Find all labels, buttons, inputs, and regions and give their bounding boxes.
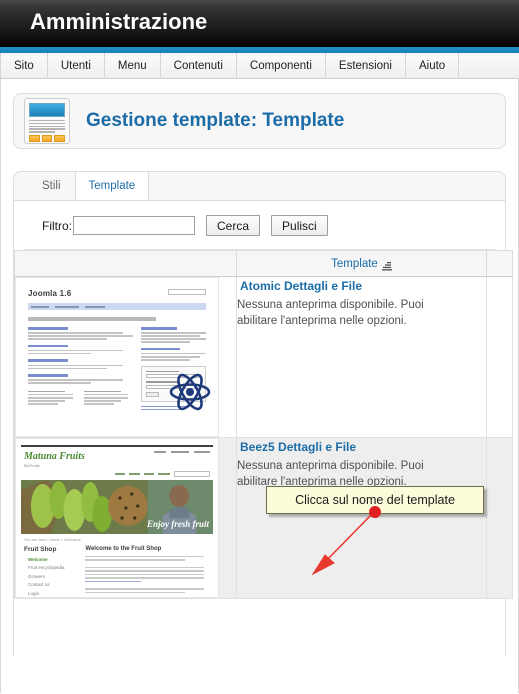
thumb-brand-sub: BioFruits [24, 462, 40, 468]
annotation-callout-text: Clicca sul nome del template [295, 493, 455, 507]
template-name-cell-atomic: Atomic Dettagli e File Nessuna anteprima… [236, 276, 487, 438]
table-row: Matuna Fruits BioFruits Enjoy fresh frui… [14, 437, 513, 599]
template-end-cell-beez5 [486, 437, 513, 599]
filter-row: Filtro: Cerca Pulisci [24, 201, 495, 250]
main-menu-bar: Sito Utenti Menu Contenuti Componenti Es… [0, 53, 519, 79]
thumb-hero-banner: Enjoy fresh fruit [21, 479, 213, 534]
page-title: Gestione template: Template [86, 110, 345, 131]
template-link-beez5[interactable]: Beez5 Dettagli e File [237, 440, 356, 454]
menu-item-utenti[interactable]: Utenti [48, 53, 105, 78]
thumb-content-title: Welcome to the Fruit Shop [85, 545, 162, 552]
template-preview-cell-beez5: Matuna Fruits BioFruits Enjoy fresh frui… [14, 437, 237, 599]
annotation-callout: Clicca sul nome del template [266, 486, 484, 514]
tab-template[interactable]: Template [74, 172, 150, 200]
thumb-sidebar: Fruit Shop Welcome Fruit encyclopedia Gr… [24, 545, 77, 598]
menu-item-contenuti[interactable]: Contenuti [161, 53, 237, 78]
thumb-search-box [168, 289, 206, 295]
thumb-sidebar-title: Fruit Shop [24, 545, 57, 553]
content-wrapper: Gestione template: Template Stili Templa… [1, 79, 518, 656]
table-header-row: Template [14, 250, 513, 277]
thumb-headline [28, 317, 157, 321]
thumb-banner-tagline: Enjoy fresh fruit [146, 518, 209, 529]
template-manager-icon [24, 98, 70, 144]
atom-icon [169, 373, 211, 411]
icon-module-blocks [29, 135, 66, 142]
column-header-template-label: Template [331, 257, 378, 270]
thumb-content: Welcome to the Fruit Shop [85, 545, 210, 598]
beez5-template-thumbnail[interactable]: Matuna Fruits BioFruits Enjoy fresh frui… [15, 438, 219, 598]
column-header-end [486, 250, 513, 277]
template-description-atomic: Nessuna anteprima disponibile. Puoi abil… [237, 299, 424, 327]
column-header-preview [14, 250, 237, 277]
menu-item-menu[interactable]: Menu [105, 53, 161, 78]
clear-button[interactable]: Pulisci [271, 215, 328, 236]
thumb-main-column [28, 327, 134, 412]
table-row: Joomla 1.6 Atomic Dettagli e File Nessun… [14, 276, 513, 438]
icon-header-band [29, 103, 65, 117]
templates-table: Template Joomla 1.6 Atomic Dettagli e Fi… [14, 250, 513, 599]
thumb-site-title: Joomla 1.6 [28, 289, 72, 298]
admin-title: Amministrazione [30, 9, 208, 34]
atomic-template-thumbnail[interactable]: Joomla 1.6 [15, 277, 219, 437]
search-input[interactable] [73, 216, 195, 235]
page-body: Gestione template: Template Stili Templa… [0, 79, 519, 693]
thumb-util-nav [21, 470, 210, 477]
admin-header-bar: Amministrazione [0, 0, 519, 47]
sort-ascending-icon[interactable] [381, 261, 392, 271]
icon-text-lines [29, 120, 65, 133]
tab-stili[interactable]: Stili [28, 172, 75, 200]
page-title-box: Gestione template: Template [13, 93, 506, 149]
templates-panel: Filtro: Cerca Pulisci Template Joomla 1.… [13, 201, 513, 656]
thumb-brand: Matuna Fruits [24, 450, 85, 462]
thumb-breadcrumb: You are here: Home » Welcome [24, 536, 81, 542]
menu-item-componenti[interactable]: Componenti [237, 53, 326, 78]
menu-item-estensioni[interactable]: Estensioni [326, 53, 406, 78]
column-header-template[interactable]: Template [236, 250, 487, 277]
thumb-top-nav [154, 450, 210, 453]
menu-filler [459, 53, 519, 78]
template-name-cell-beez5: Beez5 Dettagli e File Nessuna anteprima … [236, 437, 487, 599]
thumb-nav-bar [28, 303, 206, 310]
search-button[interactable]: Cerca [206, 215, 261, 236]
tab-strip: Stili Template [13, 171, 506, 201]
menu-item-sito[interactable]: Sito [0, 53, 48, 78]
filter-label: Filtro: [42, 218, 72, 233]
template-preview-cell-atomic: Joomla 1.6 [14, 276, 237, 438]
template-link-atomic[interactable]: Atomic Dettagli e File [237, 279, 362, 293]
template-end-cell-atomic [486, 276, 513, 438]
menu-item-aiuto[interactable]: Aiuto [406, 53, 460, 78]
